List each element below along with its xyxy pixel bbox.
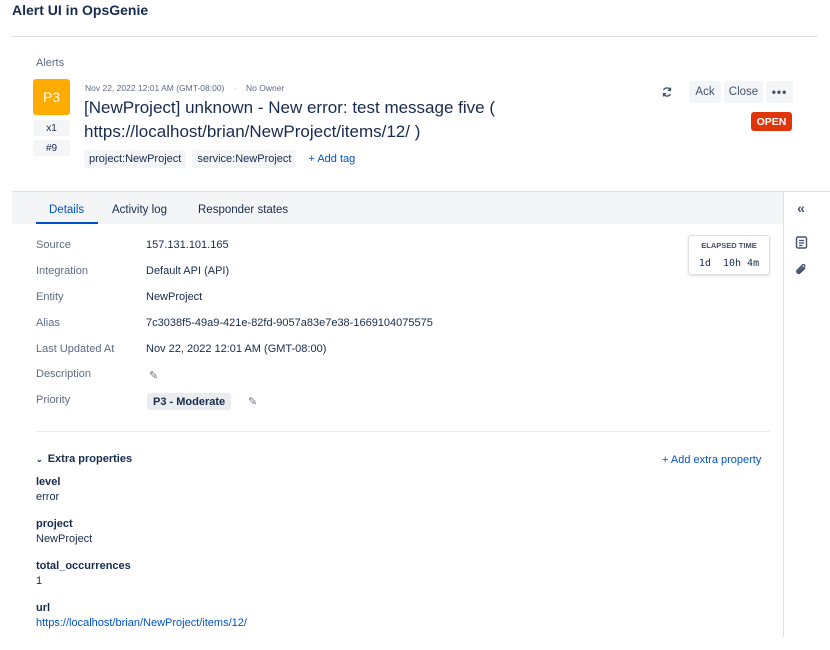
source-value: 157.131.101.165 bbox=[146, 239, 229, 251]
prop-value-level: error bbox=[36, 491, 60, 503]
ack-button[interactable]: Ack bbox=[689, 81, 721, 103]
entity-label: Entity bbox=[36, 291, 64, 303]
tag-chip[interactable]: service:NewProject bbox=[192, 150, 297, 168]
prop-key-url: url bbox=[36, 602, 51, 614]
tab-responder-states[interactable]: Responder states bbox=[198, 204, 288, 216]
add-extra-property-link[interactable]: + Add extra property bbox=[662, 454, 761, 466]
tag-list: project:NewProject service:NewProject + … bbox=[84, 150, 355, 168]
breadcrumb[interactable]: Alerts bbox=[36, 57, 64, 69]
add-tag-link[interactable]: + Add tag bbox=[308, 153, 355, 165]
chevron-down-icon: ⌄ bbox=[36, 455, 43, 464]
header-divider bbox=[12, 36, 818, 37]
tab-details[interactable]: Details bbox=[49, 204, 84, 216]
prop-key-total-occurrences: total_occurrences bbox=[36, 560, 131, 572]
extra-properties-toggle[interactable]: ⌄ Extra properties bbox=[36, 453, 132, 465]
elapsed-time-value: 1d 10h 4m bbox=[698, 258, 760, 269]
count-badge: x1 bbox=[33, 120, 70, 136]
prop-value-project: NewProject bbox=[36, 533, 93, 545]
collapse-icon[interactable]: « bbox=[793, 200, 809, 216]
tiny-id-badge: #9 bbox=[33, 140, 70, 156]
tab-activity-log[interactable]: Activity log bbox=[112, 204, 167, 216]
attachment-icon[interactable] bbox=[793, 262, 809, 278]
prop-key-level: level bbox=[36, 476, 61, 488]
edit-description-icon[interactable]: ✎ bbox=[149, 369, 158, 382]
attachment-icon-glyph bbox=[795, 263, 806, 275]
close-button[interactable]: Close bbox=[724, 81, 763, 103]
notes-icon-glyph bbox=[795, 235, 807, 249]
owner-label[interactable]: No Owner bbox=[246, 83, 284, 93]
priority-badge: P3 bbox=[33, 79, 70, 115]
edit-priority-icon[interactable]: ✎ bbox=[248, 395, 257, 408]
prop-value-url-link[interactable]: https://localhost/brian/NewProject/items… bbox=[36, 617, 247, 629]
notes-icon[interactable] bbox=[793, 234, 809, 250]
elapsed-time-label: ELAPSED TIME bbox=[701, 241, 757, 250]
meta-separator: · bbox=[233, 83, 237, 93]
tag-chip[interactable]: project:NewProject bbox=[84, 150, 187, 168]
description-label: Description bbox=[36, 368, 92, 380]
elapsed-time-card: ELAPSED TIME 1d 10h 4m bbox=[688, 235, 770, 275]
priority-label: Priority bbox=[36, 394, 71, 406]
entity-value: NewProject bbox=[146, 291, 203, 303]
alert-meta: Nov 22, 2022 12:01 AM (GMT-08:00) · No O… bbox=[85, 83, 284, 93]
more-actions-button[interactable]: ••• bbox=[766, 81, 793, 103]
source-label: Source bbox=[36, 239, 71, 251]
refresh-icon-glyph bbox=[662, 87, 672, 97]
alias-value: 7c3038f5-49a9-421e-82fd-9057a83e7e38-166… bbox=[146, 317, 433, 329]
alias-label: Alias bbox=[36, 317, 60, 329]
alert-title: [NewProject] unknown - New error: test m… bbox=[84, 98, 495, 141]
priority-pill[interactable]: P3 - Moderate bbox=[147, 393, 232, 410]
integration-value: Default API (API) bbox=[146, 265, 230, 277]
page-title: Alert UI in OpsGenie bbox=[12, 2, 149, 18]
integration-label: Integration bbox=[36, 265, 88, 277]
extra-properties-heading: Extra properties bbox=[47, 453, 133, 465]
status-badge: OPEN bbox=[751, 112, 792, 131]
created-timestamp: Nov 22, 2022 12:01 AM (GMT-08:00) bbox=[85, 83, 225, 93]
prop-key-project: project bbox=[36, 518, 73, 530]
active-tab-indicator bbox=[36, 222, 98, 224]
last-updated-label: Last Updated At bbox=[36, 343, 115, 355]
right-sidebar-divider bbox=[783, 192, 784, 637]
prop-value-total-occurrences: 1 bbox=[36, 575, 43, 587]
last-updated-value: Nov 22, 2022 12:01 AM (GMT-08:00) bbox=[146, 343, 327, 355]
refresh-icon[interactable] bbox=[659, 84, 675, 100]
section-divider bbox=[36, 431, 770, 432]
